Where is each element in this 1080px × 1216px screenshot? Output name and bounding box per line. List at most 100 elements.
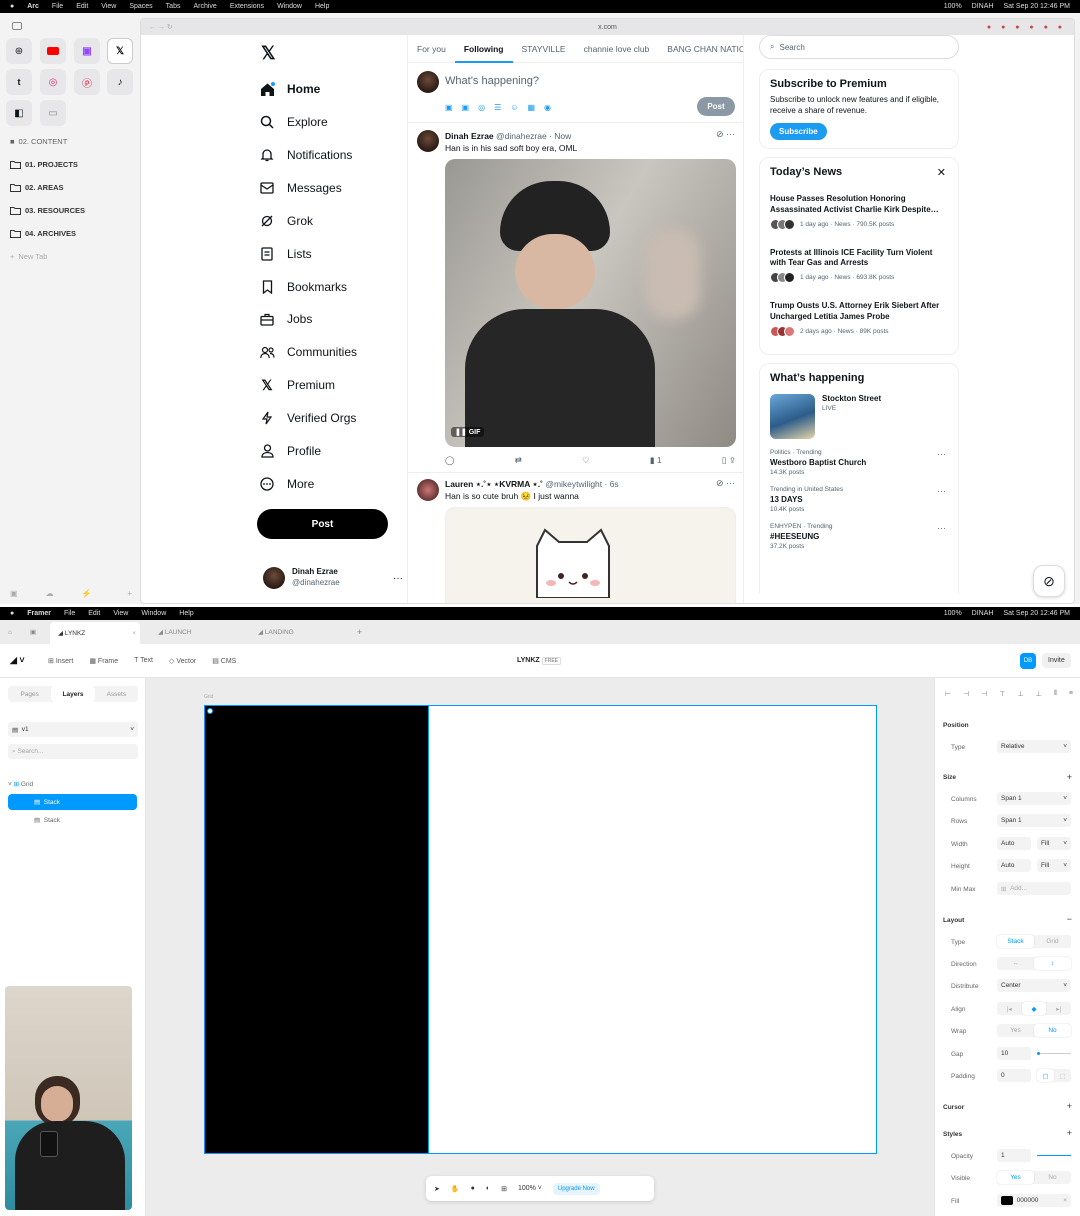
account-switcher[interactable]: Dinah Ezrae @dinahezrae ··· bbox=[263, 567, 403, 589]
project-title[interactable]: LYNKZ FREE bbox=[517, 657, 561, 665]
insert-button[interactable]: ⊞ Insert bbox=[48, 657, 73, 665]
tweet-author[interactable]: Dinah Ezrae bbox=[445, 131, 494, 141]
menu-view[interactable]: View bbox=[113, 610, 128, 617]
opacity-input[interactable]: 1 bbox=[997, 1149, 1031, 1162]
menu-window[interactable]: Window bbox=[277, 3, 302, 10]
more-dots-icon[interactable]: ··· bbox=[937, 486, 946, 496]
padding-uniform-icon[interactable]: ▢ bbox=[1037, 1069, 1054, 1082]
columns-select[interactable]: Span 1 ˅ bbox=[997, 792, 1071, 805]
direction-horizontal-icon[interactable]: ↔ bbox=[997, 957, 1034, 970]
remove-icon[interactable]: × bbox=[1063, 1197, 1067, 1204]
layer-grid[interactable]: ˅ ⊞ Grid bbox=[8, 780, 33, 788]
tweet-media-gif[interactable]: ❚❚ GIF bbox=[445, 159, 736, 447]
distribute-v-icon[interactable]: ≡ bbox=[1069, 690, 1073, 698]
plus-icon[interactable]: + bbox=[1067, 772, 1072, 782]
frame-label[interactable]: Grid bbox=[204, 694, 213, 700]
content-label[interactable]: ■ 02. CONTENT bbox=[10, 137, 67, 146]
plus-icon[interactable]: + bbox=[1067, 1101, 1072, 1111]
visible-yes-option[interactable]: Yes bbox=[997, 1171, 1034, 1184]
rows-select[interactable]: Span 1 ˅ bbox=[997, 814, 1071, 827]
comment-icon[interactable]: ● bbox=[471, 1185, 475, 1192]
nav-lists[interactable]: Lists bbox=[259, 246, 399, 262]
tweet[interactable]: Dinah Ezrae @dinahezrae · Now ⊘ ··· Han … bbox=[408, 123, 743, 473]
url-bar[interactable]: ← → ↻ x.com ● ● ● ● ● ● bbox=[141, 19, 1074, 35]
plus-icon[interactable]: + bbox=[1067, 1128, 1072, 1138]
gif-badge[interactable]: ❚❚ GIF bbox=[451, 427, 485, 437]
wrap-yes-option[interactable]: Yes bbox=[997, 1024, 1034, 1037]
tweet[interactable]: Lauren ⋆.˚⋆ ⋆KVRMA ⋆.˚ @mikeytwilight · … bbox=[408, 473, 743, 603]
fav-threads-icon[interactable]: t bbox=[6, 69, 32, 95]
framer-menu-icon[interactable]: ◢ ˅ bbox=[10, 655, 25, 666]
news-item[interactable]: House Passes Resolution Honoring Assassi… bbox=[770, 194, 948, 230]
align-vcenter-icon[interactable]: ⊥ bbox=[1018, 690, 1024, 698]
slider-thumb[interactable] bbox=[1037, 1052, 1040, 1055]
folder-projects[interactable]: 01. PROJECTS bbox=[10, 160, 78, 169]
theme-icon[interactable]: ◐ bbox=[486, 1185, 490, 1192]
subscribe-button[interactable]: Subscribe bbox=[770, 122, 827, 140]
avatar[interactable] bbox=[417, 130, 439, 152]
menu-window[interactable]: Window bbox=[141, 610, 166, 617]
fav-instagram-icon[interactable]: ◎ bbox=[40, 69, 66, 95]
composer-post-button[interactable]: Post bbox=[697, 97, 735, 116]
distribute-select[interactable]: Center ˅ bbox=[997, 979, 1071, 992]
nav-home[interactable]: Home bbox=[259, 81, 399, 97]
bookmark-share-icon[interactable]: ▯ ⇪ bbox=[722, 455, 736, 466]
align-bottom-icon[interactable]: ⊥ bbox=[1036, 690, 1042, 698]
menu-framer[interactable]: Framer bbox=[27, 610, 51, 617]
nav-arrows-icon[interactable]: ← → ↻ bbox=[149, 23, 173, 31]
avatar[interactable] bbox=[417, 479, 439, 501]
resize-handle[interactable] bbox=[207, 708, 213, 714]
close-icon[interactable]: × bbox=[132, 630, 136, 637]
align-left-icon[interactable]: ⊢ bbox=[945, 690, 951, 698]
height-input[interactable]: Auto bbox=[997, 859, 1031, 872]
invite-button[interactable]: Invite bbox=[1042, 653, 1071, 668]
menu-extensions[interactable]: Extensions bbox=[230, 3, 264, 10]
more-dots-icon[interactable]: ··· bbox=[937, 449, 946, 459]
fav-framer-icon[interactable]: ◧ bbox=[6, 100, 32, 126]
trend-item[interactable]: Trending in United States 13 DAYS 10.4K po… bbox=[770, 486, 948, 513]
news-item[interactable]: Protests at Illinois ICE Facility Turn V… bbox=[770, 248, 948, 284]
close-icon[interactable]: ✕ bbox=[937, 166, 946, 179]
nav-notifications[interactable]: Notifications bbox=[259, 147, 399, 163]
fav-tiktok-icon[interactable]: ♪ bbox=[107, 69, 133, 95]
nav-premium[interactable]: 𝕏 Premium bbox=[259, 377, 399, 393]
composer-input[interactable]: What’s happening? bbox=[445, 75, 539, 87]
more-dots-icon[interactable]: ··· bbox=[393, 573, 403, 584]
padding-individual-icon[interactable]: ⬚ bbox=[1054, 1069, 1071, 1082]
align-end-icon[interactable]: ▸| bbox=[1046, 1002, 1071, 1015]
archive-icon[interactable]: ▣ bbox=[10, 589, 18, 598]
like-icon[interactable]: ♡ bbox=[582, 455, 590, 466]
minus-icon[interactable]: − bbox=[1067, 914, 1072, 924]
nav-profile[interactable]: Profile bbox=[259, 443, 399, 459]
nav-messages[interactable]: Messages bbox=[259, 180, 399, 196]
nav-grok[interactable]: Grok bbox=[259, 213, 399, 229]
fav-pinterest-icon[interactable]: ⓟ bbox=[74, 69, 100, 95]
more-dots-icon[interactable]: ··· bbox=[937, 523, 946, 533]
nav-verified-orgs[interactable]: Verified Orgs bbox=[259, 410, 399, 426]
layer-search-input[interactable]: ⌕ Search... bbox=[8, 744, 138, 759]
composer-tools-icon[interactable]: ▣▣◎☰☺▦◉ bbox=[445, 103, 560, 112]
tab-following[interactable]: Following bbox=[454, 44, 513, 63]
menu-view[interactable]: View bbox=[101, 3, 116, 10]
tweet-author[interactable]: Lauren ⋆.˚⋆ ⋆KVRMA ⋆.˚ bbox=[445, 479, 543, 489]
menu-arc[interactable]: Arc bbox=[27, 3, 39, 10]
wrap-no-option[interactable]: No bbox=[1034, 1024, 1071, 1037]
tab-bang-chan[interactable]: BANG CHAN NATIC bbox=[658, 44, 743, 54]
menu-archive[interactable]: Archive bbox=[193, 3, 216, 10]
grok-floating-icon[interactable]: ⊘ bbox=[1033, 565, 1065, 597]
menu-help[interactable]: Help bbox=[315, 3, 329, 10]
menu-tabs[interactable]: Tabs bbox=[166, 3, 181, 10]
search-input[interactable]: ⌕ Search bbox=[759, 35, 959, 59]
cms-button[interactable]: ▤ CMS bbox=[212, 657, 236, 665]
gap-input[interactable]: 10 bbox=[997, 1047, 1031, 1060]
position-type-select[interactable]: Relative ˅ bbox=[997, 740, 1071, 753]
layout-stack-option[interactable]: Stack bbox=[997, 935, 1034, 948]
url-text[interactable]: x.com bbox=[598, 24, 617, 31]
menu-spaces[interactable]: Spaces bbox=[129, 3, 152, 10]
folder-resources[interactable]: 03. RESOURCES bbox=[10, 206, 85, 215]
tab-pages[interactable]: Pages bbox=[8, 686, 51, 702]
fill-swatch[interactable] bbox=[1001, 1196, 1013, 1205]
canvas[interactable]: Grid ➤ ✋ ● ◐ ⊞ 100% ˅ Upgrade Now bbox=[146, 678, 934, 1216]
height-mode-select[interactable]: Fill ˅ bbox=[1037, 859, 1071, 872]
tab-landing[interactable]: ◢ LANDING bbox=[258, 628, 294, 636]
